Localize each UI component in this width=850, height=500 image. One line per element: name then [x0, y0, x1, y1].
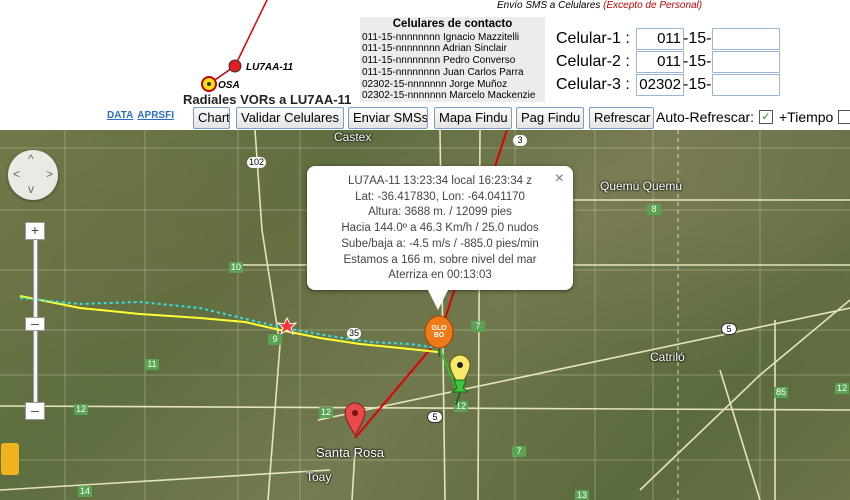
road-shield: 8: [647, 204, 661, 215]
info-line: Aterriza en 00:13:03: [388, 269, 492, 282]
contact-row: 011-15-nnnnnnnn Ignacio Mazzitelli: [362, 31, 520, 43]
road-shield: 12: [319, 407, 334, 418]
place-catrilo: Catriló: [650, 350, 685, 364]
road-shield: 5: [721, 323, 737, 335]
contacts-list: Celulares de contacto 011-15-nnnnnnnn Ig…: [360, 17, 545, 102]
cellphone-1-separator: -15-: [683, 30, 712, 47]
info-line: Estamos a 166 m. sobre nivel del mar: [343, 253, 537, 266]
pan-right-icon[interactable]: >: [46, 167, 53, 181]
road-shield: 9: [268, 334, 282, 345]
sms-title: Envío SMS a Celulares: [497, 0, 601, 11]
cellphone-3-separator: -15-: [683, 76, 712, 93]
contact-row: 02302-15-nnnnnnn Jorge Muñoz: [362, 78, 508, 90]
info-window-pointer: [428, 290, 448, 310]
place-toay: Toay: [306, 470, 332, 484]
place-santa-rosa: Santa Rosa: [316, 445, 384, 460]
balloon-info-window: × LU7AA-11 13:23:34 local 16:23:34 z Lat…: [307, 166, 573, 290]
aprsfi-link[interactable]: APRSFI: [137, 110, 174, 121]
info-line: Lat: -36.417830, Lon: -64.041170: [355, 190, 525, 203]
contact-row: 011-15-nnnnnnnn Pedro Converso: [362, 55, 516, 67]
sms-header: Envío SMS a Celulares (Excepto de Person…: [497, 0, 702, 11]
santa-rosa-marker-icon[interactable]: [344, 402, 366, 436]
tiempo-checkbox[interactable]: [838, 110, 850, 124]
contact-row: 02302-15-nnnnnnn Marcelo Mackenzie: [362, 90, 536, 102]
road-shield: 11: [145, 359, 159, 370]
road-shield: 10: [229, 262, 244, 273]
findu-page-button[interactable]: Pag Findu: [516, 107, 584, 129]
info-line: Hacia 144.0º a 46.3 Km/h / 25.0 nudos: [341, 222, 539, 235]
auto-refresh-checkbox[interactable]: ✓: [759, 110, 773, 124]
street-view-pegman-icon[interactable]: [1, 443, 19, 475]
info-line: Altura: 3688 m. / 12099 pies: [368, 206, 512, 219]
road-shield: 12: [74, 404, 89, 415]
quick-links: DATA APRSFI: [107, 110, 178, 121]
road-shield: 7: [512, 446, 526, 457]
legend-title: Radiales VORs a LU7AA-11: [183, 92, 352, 107]
cellphone-2-separator: -15-: [683, 53, 712, 70]
cellphone-1-label: Celular-1 :: [556, 30, 630, 47]
place-quemu-quemu: Quemú Quemú: [600, 179, 683, 193]
refresh-button[interactable]: Refrescar: [589, 107, 654, 129]
cellphone-1-number-input[interactable]: [712, 28, 780, 50]
place-castex: Castex: [334, 130, 372, 144]
info-line: LU7AA-11 13:23:34 local 16:23:34 z: [348, 175, 532, 187]
zoom-out-button[interactable]: –: [25, 402, 45, 420]
pan-control[interactable]: ^ < > v: [8, 150, 58, 200]
pan-down-icon[interactable]: v: [28, 182, 34, 196]
info-line: Sube/baja a: -4.5 m/s / -885.0 pies/min: [341, 237, 539, 250]
pan-left-icon[interactable]: <: [13, 167, 20, 181]
cellphone-3-number-input[interactable]: [712, 74, 780, 96]
findu-map-button[interactable]: Mapa Findu: [434, 107, 512, 129]
road-shield: 5: [427, 411, 443, 423]
zoom-in-button[interactable]: +: [25, 222, 45, 240]
data-link[interactable]: DATA: [107, 110, 133, 121]
pushpin-marker-icon[interactable]: [448, 376, 472, 406]
send-sms-button[interactable]: Enviar SMSs: [348, 107, 428, 129]
sms-note: (Excepto de Personal): [603, 0, 703, 11]
contact-row: 011-15-nnnnnnnn Adrian Sinclair: [362, 43, 507, 55]
cellphone-1-prefix-input[interactable]: 011: [636, 28, 684, 50]
pan-up-icon[interactable]: ^: [28, 152, 34, 166]
road-shield: 12: [835, 383, 850, 394]
road-shield: 3: [513, 135, 527, 146]
road-shield: 85: [774, 387, 789, 398]
legend-callsign: LU7AA-11: [246, 62, 294, 73]
road-shield: 7: [471, 321, 485, 332]
contacts-title: Celulares de contacto: [392, 18, 513, 30]
cellphone-2-label: Celular-2 :: [556, 53, 630, 70]
cellphone-2-prefix-input[interactable]: 011: [636, 51, 684, 73]
road-shield: 14: [78, 486, 93, 497]
zoom-slider-handle[interactable]: –: [25, 316, 45, 331]
chart-button[interactable]: Chart: [193, 107, 230, 129]
control-panel: Envío SMS a Celulares (Excepto de Person…: [0, 0, 850, 130]
close-icon[interactable]: ×: [555, 171, 564, 187]
validate-cellphones-button[interactable]: Validar Celulares: [236, 107, 344, 129]
road-shield: 13: [575, 490, 590, 500]
balloon-label: GLOBO: [431, 325, 447, 339]
road-shield: 35: [347, 328, 362, 339]
cellphone-2-number-input[interactable]: [712, 51, 780, 73]
legend-vor: OSA: [218, 80, 240, 91]
cellphone-3-label: Celular-3 :: [556, 76, 630, 93]
tiempo-label: +Tiempo: [779, 109, 834, 125]
road-shield: 102: [247, 157, 267, 168]
cellphone-3-prefix-input[interactable]: 02302: [636, 74, 684, 96]
contact-row: 011-15-nnnnnnnn Juan Carlos Parra: [362, 66, 524, 78]
auto-refresh-label: Auto-Refrescar:: [656, 109, 755, 125]
